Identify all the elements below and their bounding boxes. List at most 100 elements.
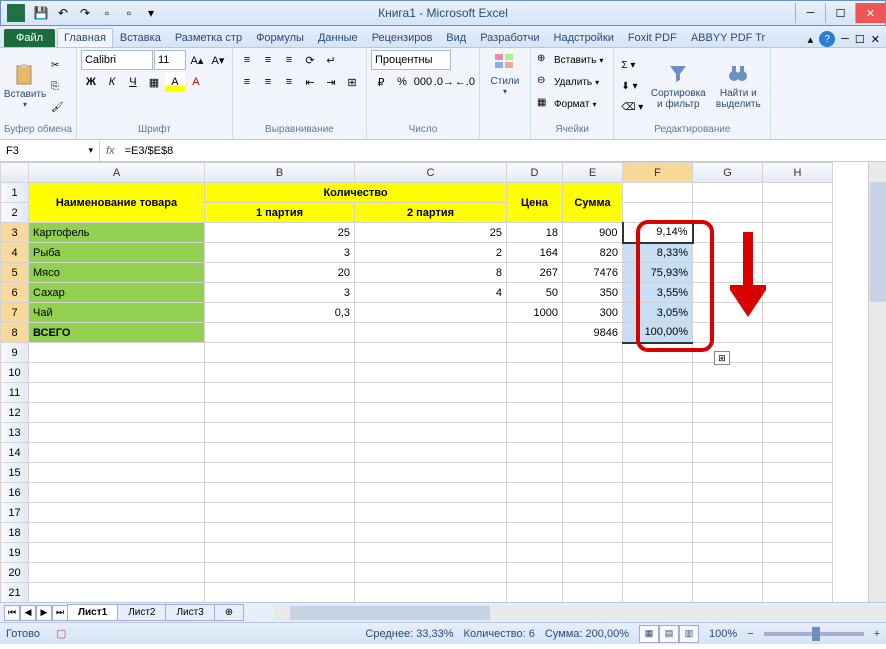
redo-icon[interactable]: ↷	[75, 3, 95, 23]
tab-addins[interactable]: Надстройки	[547, 28, 621, 47]
col-header-D[interactable]: D	[507, 163, 563, 183]
maximize-button[interactable]: ☐	[825, 3, 855, 23]
minimize-ribbon-icon[interactable]: ▴	[808, 33, 814, 46]
zoom-slider-thumb[interactable]	[812, 627, 820, 641]
formula-input[interactable]	[121, 141, 886, 161]
decrease-font-icon[interactable]: A▾	[208, 50, 228, 70]
comma-icon[interactable]: 000	[413, 72, 433, 92]
cell-G4[interactable]	[693, 243, 763, 263]
view-normal-button[interactable]: ▦	[639, 625, 659, 643]
cell-H8[interactable]	[763, 323, 833, 343]
cell-H6[interactable]	[763, 283, 833, 303]
zoom-level[interactable]: 100%	[709, 628, 737, 640]
doc-close-icon[interactable]: ✕	[871, 33, 880, 46]
cell-G8[interactable]	[693, 323, 763, 343]
row-header-10[interactable]: 10	[1, 363, 29, 383]
col-header-H[interactable]: H	[763, 163, 833, 183]
merge-cells-icon[interactable]: ⊞	[342, 72, 362, 92]
sheet-tab-3[interactable]: Лист3	[165, 604, 214, 621]
format-painter-icon[interactable]: 🖌	[48, 97, 67, 117]
row-header-19[interactable]: 19	[1, 543, 29, 563]
cell-D4[interactable]: 164	[507, 243, 563, 263]
view-page-break-button[interactable]: ▥	[679, 625, 699, 643]
row-header-9[interactable]: 9	[1, 343, 29, 363]
cell-D8[interactable]	[507, 323, 563, 343]
cell-F2[interactable]	[623, 203, 693, 223]
cell-E6[interactable]: 350	[563, 283, 623, 303]
file-tab[interactable]: Файл	[4, 29, 55, 47]
cell-F1[interactable]	[623, 183, 693, 203]
sheet-nav-first[interactable]: ⏮	[4, 605, 20, 621]
cell-E8[interactable]: 9846	[563, 323, 623, 343]
orientation-icon[interactable]: ⟳	[300, 50, 320, 70]
row-header-8[interactable]: 8	[1, 323, 29, 343]
row-header-21[interactable]: 21	[1, 583, 29, 603]
align-bottom-icon[interactable]: ≡	[279, 50, 299, 70]
help-icon[interactable]: ?	[819, 31, 835, 47]
border-button[interactable]: ▦	[144, 72, 164, 92]
col-header-A[interactable]: A	[29, 163, 205, 183]
view-page-layout-button[interactable]: ▤	[659, 625, 679, 643]
tab-abbyy[interactable]: ABBYY PDF Tr	[684, 28, 772, 47]
cell-D6[interactable]: 50	[507, 283, 563, 303]
decrease-indent-icon[interactable]: ⇤	[300, 72, 320, 92]
row-header-20[interactable]: 20	[1, 563, 29, 583]
cell-B5[interactable]: 20	[205, 263, 355, 283]
fill-icon[interactable]: ⬇ ▾	[618, 76, 646, 96]
row-header-7[interactable]: 7	[1, 303, 29, 323]
cell-E4[interactable]: 820	[563, 243, 623, 263]
cell-G7[interactable]	[693, 303, 763, 323]
header-sum[interactable]: Сумма	[563, 183, 623, 223]
new-sheet-button[interactable]: ⊕	[214, 604, 244, 621]
align-right-icon[interactable]: ≡	[279, 72, 299, 92]
cell-E3[interactable]: 900	[563, 223, 623, 243]
tab-review[interactable]: Рецензиров	[365, 28, 440, 47]
cell-D7[interactable]: 1000	[507, 303, 563, 323]
find-select-button[interactable]: Найти и выделить	[710, 50, 766, 122]
cell-H4[interactable]	[763, 243, 833, 263]
cell-F4[interactable]: 8,33%	[623, 243, 693, 263]
fx-icon[interactable]: fx	[100, 145, 121, 157]
cell-A4[interactable]: Рыба	[29, 243, 205, 263]
cell-C7[interactable]	[355, 303, 507, 323]
insert-cells-button[interactable]: ⊕Вставить▾	[535, 50, 609, 70]
sheet-nav-next[interactable]: ▶	[36, 605, 52, 621]
sort-filter-button[interactable]: Сортировка и фильтр	[648, 50, 708, 122]
autofill-options-icon[interactable]: ⊞	[714, 351, 730, 365]
autosum-icon[interactable]: Σ ▾	[618, 55, 646, 75]
horizontal-scroll-thumb[interactable]	[290, 606, 490, 620]
header-price[interactable]: Цена	[507, 183, 563, 223]
row-header-16[interactable]: 16	[1, 483, 29, 503]
tab-developer[interactable]: Разработчи	[473, 28, 546, 47]
cell-F7[interactable]: 3,05%	[623, 303, 693, 323]
cell-C6[interactable]: 4	[355, 283, 507, 303]
macro-record-icon[interactable]: ▢	[56, 627, 66, 640]
qat-dropdown-icon[interactable]: ▾	[141, 3, 161, 23]
col-header-G[interactable]: G	[693, 163, 763, 183]
row-header-12[interactable]: 12	[1, 403, 29, 423]
cell-B7[interactable]: 0,3	[205, 303, 355, 323]
align-center-icon[interactable]: ≡	[258, 72, 278, 92]
tab-data[interactable]: Данные	[311, 28, 365, 47]
zoom-slider[interactable]	[764, 632, 864, 636]
bold-button[interactable]: Ж	[81, 72, 101, 92]
cell-B8[interactable]	[205, 323, 355, 343]
col-header-E[interactable]: E	[563, 163, 623, 183]
name-box[interactable]: F3▾	[0, 141, 100, 161]
currency-icon[interactable]: ₽	[371, 72, 391, 92]
row-header-6[interactable]: 6	[1, 283, 29, 303]
cell-B4[interactable]: 3	[205, 243, 355, 263]
cell-B3[interactable]: 25	[205, 223, 355, 243]
italic-button[interactable]: К	[102, 72, 122, 92]
tab-insert[interactable]: Вставка	[113, 28, 168, 47]
zoom-in-button[interactable]: +	[874, 628, 880, 640]
sheet-tab-1[interactable]: Лист1	[67, 604, 118, 621]
spreadsheet-grid[interactable]: A B C D E F G H 1 Наименование товара Ко…	[0, 162, 833, 602]
cell-C3[interactable]: 25	[355, 223, 507, 243]
row-header-1[interactable]: 1	[1, 183, 29, 203]
zoom-out-button[interactable]: −	[747, 628, 753, 640]
row-header-4[interactable]: 4	[1, 243, 29, 263]
wrap-text-icon[interactable]: ↵	[321, 50, 341, 70]
horizontal-scrollbar[interactable]	[274, 605, 886, 621]
vertical-scroll-thumb[interactable]	[870, 182, 886, 302]
